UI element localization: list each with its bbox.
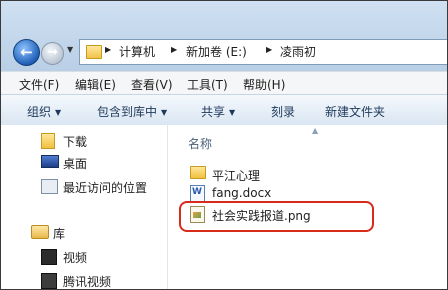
menu-help[interactable]: 帮助(H) [243,76,285,93]
navigation-bar: ← → ▼ ▶ 计算机 ▶ 新加卷 (E:) ▶ 凌雨初 [1,1,447,71]
address-bar[interactable]: ▶ 计算机 ▶ 新加卷 (E:) ▶ 凌雨初 [79,39,447,65]
menu-bar: 文件(F) 编辑(E) 查看(V) 工具(T) 帮助(H) [1,71,447,94]
breadcrumb-separator-icon[interactable]: ▶ [105,45,111,54]
command-bar: 组织 ▼ 包含到库中 ▼ 共享 ▼ 刻录 新建文件夹 [1,94,447,126]
tencent-video-icon [41,273,57,289]
column-header-name[interactable]: 名称 [188,135,212,152]
library-icon [31,225,49,239]
organize-button[interactable]: 组织 ▼ [27,103,61,120]
folder-icon [190,166,206,179]
dropdown-caret-icon: ▼ [229,108,236,117]
breadcrumb-computer[interactable]: 计算机 [119,43,155,60]
breadcrumb-separator-icon[interactable]: ▶ [171,45,177,54]
include-in-library-button[interactable]: 包含到库中 ▼ [97,103,167,120]
dropdown-caret-icon: ▼ [55,108,62,117]
sort-ascending-icon: ▲ [312,126,319,135]
word-document-icon [190,185,205,202]
menu-file[interactable]: 文件(F) [19,76,59,93]
forward-arrow-icon: → [47,45,58,60]
menu-edit[interactable]: 编辑(E) [75,76,116,93]
navigation-pane: 下载 桌面 最近访问的位置 库 视频 腾讯视频 [1,125,168,289]
breadcrumb-separator-icon[interactable]: ▶ [266,45,272,54]
recent-pages-dropdown-icon[interactable]: ▼ [67,45,73,54]
breadcrumb-current-folder[interactable]: 凌雨初 [280,43,316,60]
back-arrow-icon: ← [20,43,33,61]
menu-view[interactable]: 查看(V) [131,76,173,93]
video-library-icon [41,249,57,265]
file-list: ▲ 名称 平江心理 fang.docx 社会实践报道.png [168,125,447,289]
recent-places-icon [41,179,58,194]
menu-tools[interactable]: 工具(T) [187,76,228,93]
forward-button[interactable]: → [41,42,64,65]
back-button[interactable]: ← [13,39,40,66]
dropdown-caret-icon: ▼ [161,108,168,117]
share-button[interactable]: 共享 ▼ [201,103,235,120]
new-folder-button[interactable]: 新建文件夹 [325,103,385,120]
burn-button[interactable]: 刻录 [271,103,295,120]
address-folder-icon [86,45,102,59]
desktop-icon [41,155,59,168]
highlight-annotation [179,201,374,232]
explorer-window: ← → ▼ ▶ 计算机 ▶ 新加卷 (E:) ▶ 凌雨初 文件(F) 编辑(E)… [0,0,448,290]
download-folder-icon [41,133,55,149]
breadcrumb-drive-e[interactable]: 新加卷 (E:) [186,43,247,60]
